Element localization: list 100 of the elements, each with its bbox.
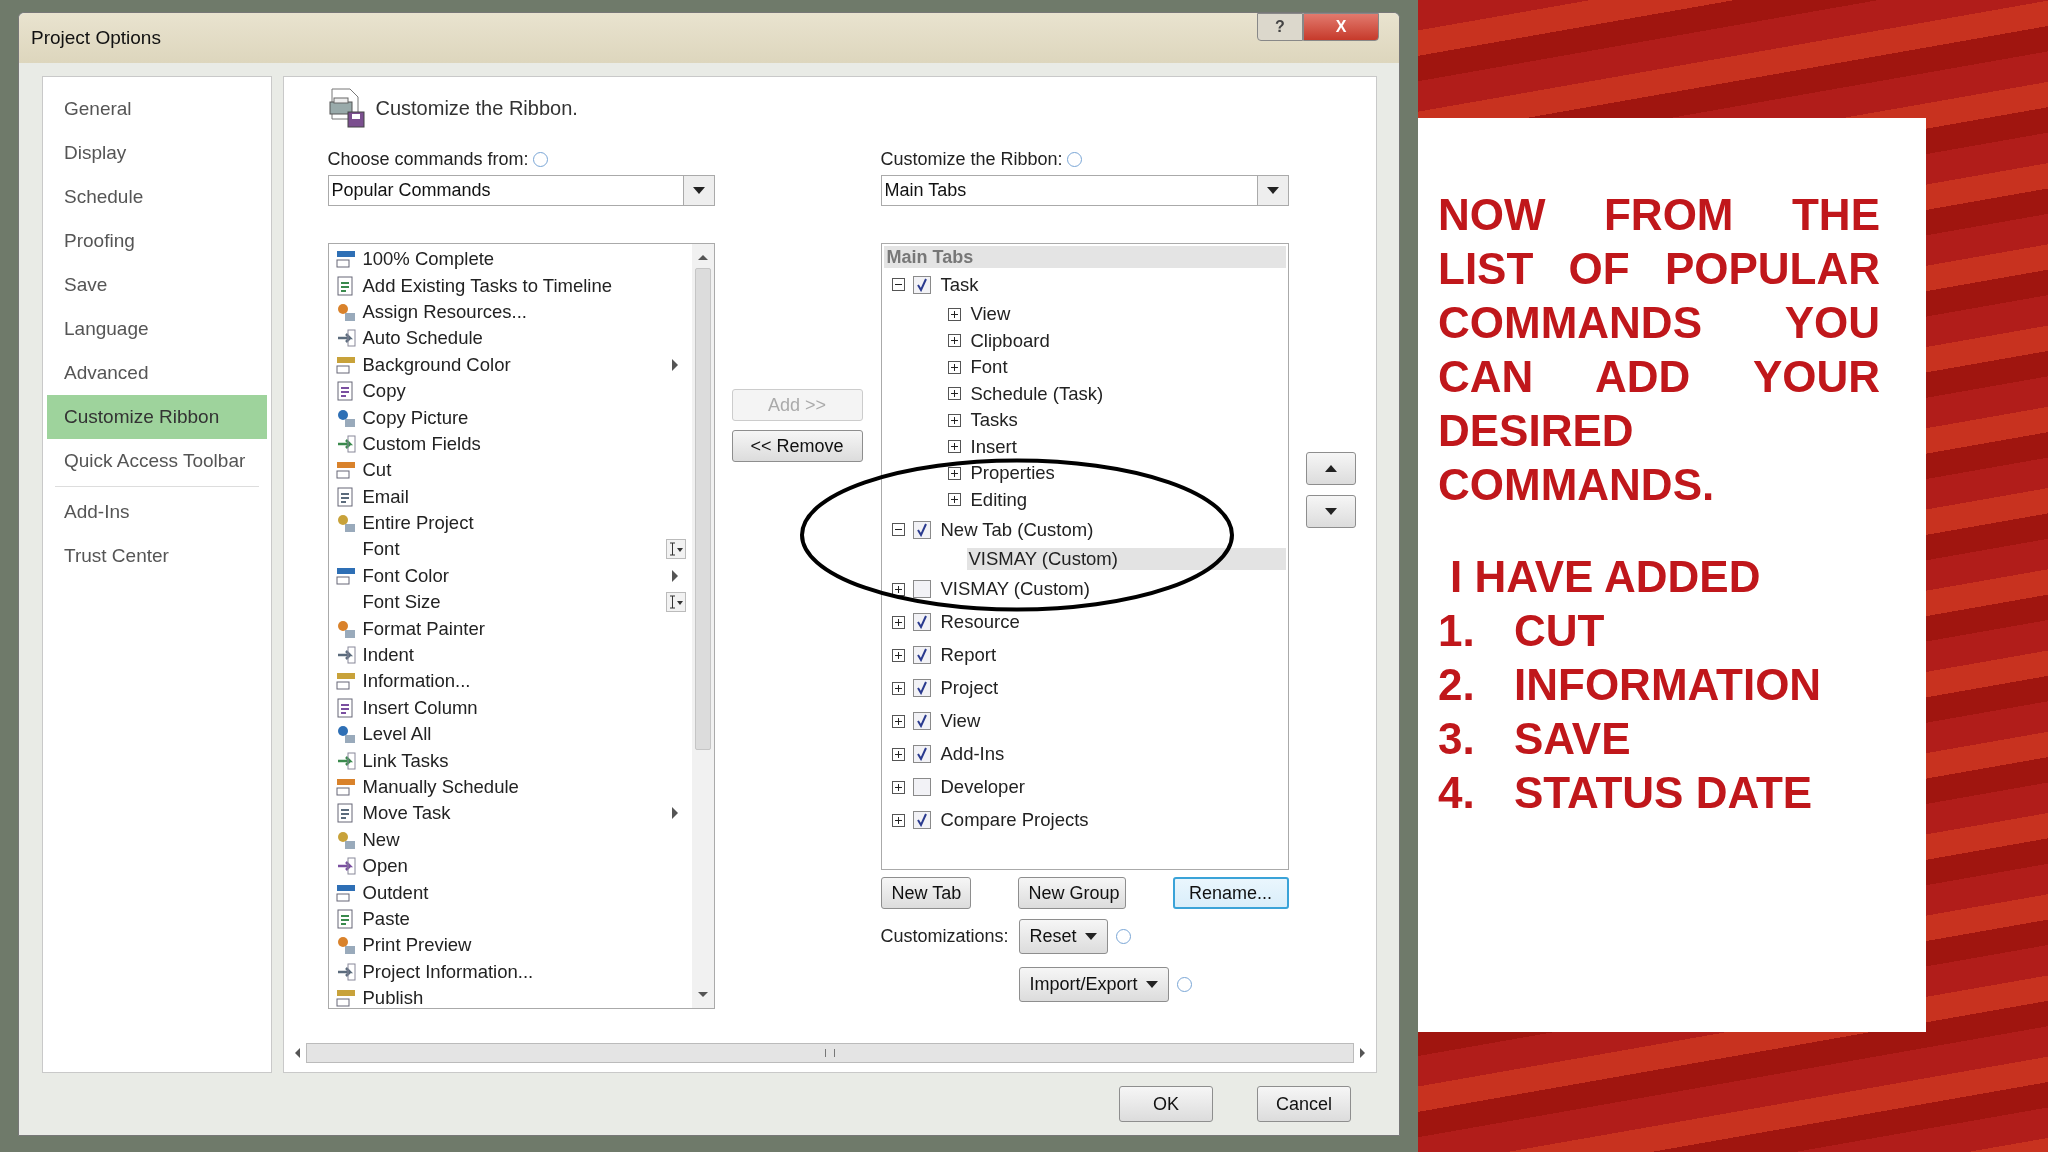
nav-item[interactable]: Schedule: [47, 175, 267, 219]
command-item[interactable]: Font Size: [328, 589, 692, 616]
command-item[interactable]: Custom Fields: [328, 430, 692, 458]
nav-item[interactable]: Display: [47, 131, 267, 175]
tree-item[interactable]: VISMAY (Custom): [966, 548, 1286, 571]
collapse-icon[interactable]: [891, 523, 905, 536]
command-item[interactable]: Level All: [328, 721, 692, 748]
command-item[interactable]: Indent: [328, 641, 692, 669]
expand-icon[interactable]: [891, 813, 905, 827]
checkbox[interactable]: [912, 712, 931, 730]
move-up-button[interactable]: [1305, 452, 1356, 485]
collapse-icon[interactable]: [891, 278, 905, 291]
tree-action-button[interactable]: New Group: [1017, 877, 1126, 909]
expand-icon[interactable]: [891, 582, 905, 596]
tree-item[interactable]: Font: [968, 356, 1010, 379]
tree-item[interactable]: Report: [938, 644, 999, 666]
command-item[interactable]: New: [328, 826, 692, 853]
expand-icon[interactable]: [947, 307, 961, 321]
tree-item[interactable]: Editing: [968, 488, 1030, 511]
checkbox[interactable]: [912, 679, 931, 697]
command-item[interactable]: Add Existing Tasks to Timeline: [328, 272, 692, 299]
checkbox[interactable]: [912, 520, 931, 539]
checkbox[interactable]: [912, 646, 931, 664]
expand-icon[interactable]: [947, 334, 961, 348]
tree-item[interactable]: View: [938, 710, 983, 732]
expand-icon[interactable]: [891, 714, 905, 728]
tree-action-button[interactable]: Rename...: [1172, 877, 1289, 909]
dropdown-button[interactable]: Reset: [1018, 919, 1108, 954]
tree-item[interactable]: Resource: [938, 611, 1022, 633]
command-item[interactable]: Copy Picture: [328, 404, 692, 431]
close-button[interactable]: X: [1303, 13, 1379, 41]
nav-item[interactable]: Advanced: [47, 351, 267, 395]
tree-item[interactable]: Schedule (Task): [968, 382, 1106, 405]
nav-item[interactable]: General: [47, 87, 267, 131]
command-item[interactable]: Project Information...: [328, 958, 692, 985]
tree-item[interactable]: Insert: [968, 435, 1019, 458]
expand-icon[interactable]: [891, 747, 905, 761]
command-item[interactable]: Outdent: [328, 879, 692, 906]
checkbox[interactable]: [912, 275, 931, 294]
command-item[interactable]: Font: [328, 536, 692, 563]
ok-button[interactable]: OK: [1119, 1086, 1213, 1122]
tree-item[interactable]: Add-Ins: [938, 743, 1007, 765]
checkbox[interactable]: [912, 745, 931, 763]
checkbox[interactable]: [912, 613, 931, 631]
command-item[interactable]: Information...: [328, 668, 692, 695]
tree-item[interactable]: New Tab (Custom): [938, 518, 1096, 541]
checkbox[interactable]: [912, 778, 931, 796]
checkbox[interactable]: [912, 580, 931, 598]
command-item[interactable]: Paste: [328, 905, 692, 933]
scrollbar[interactable]: [691, 244, 714, 1008]
expand-icon[interactable]: [947, 440, 961, 454]
command-item[interactable]: Manually Schedule: [328, 773, 692, 801]
remove-button[interactable]: << Remove: [731, 430, 863, 462]
command-item[interactable]: Format Painter: [328, 615, 692, 642]
command-item[interactable]: Print Preview: [328, 932, 692, 959]
ribbon-dropdown[interactable]: Main Tabs: [880, 175, 1289, 206]
expand-icon[interactable]: [947, 413, 961, 427]
command-item[interactable]: Insert Column: [328, 694, 692, 722]
nav-item[interactable]: Save: [47, 263, 267, 307]
command-item[interactable]: Font Color: [328, 562, 692, 590]
command-item[interactable]: Assign Resources...: [328, 298, 692, 326]
tree-item[interactable]: View: [968, 303, 1013, 326]
tree-item[interactable]: Properties: [968, 462, 1057, 485]
expand-icon[interactable]: [947, 493, 961, 507]
nav-item[interactable]: Trust Center: [47, 534, 267, 578]
expand-icon[interactable]: [947, 387, 961, 401]
command-item[interactable]: Cut: [328, 457, 692, 484]
nav-item[interactable]: Customize Ribbon: [47, 395, 267, 439]
cancel-button[interactable]: Cancel: [1257, 1086, 1351, 1122]
commands-dropdown[interactable]: Popular Commands: [327, 175, 715, 206]
command-item[interactable]: 100% Complete: [328, 246, 692, 273]
nav-item[interactable]: Proofing: [47, 219, 267, 263]
checkbox[interactable]: [912, 811, 931, 829]
tree-action-button[interactable]: New Tab: [880, 877, 971, 909]
nav-item[interactable]: Add-Ins: [47, 490, 267, 534]
tree-item[interactable]: Developer: [938, 776, 1027, 798]
command-item[interactable]: Move Task: [328, 800, 692, 827]
tree-item[interactable]: VISMAY (Custom): [938, 578, 1092, 600]
command-item[interactable]: Email: [328, 483, 692, 510]
dropdown-button[interactable]: Import/Export: [1018, 967, 1169, 1002]
command-item[interactable]: Background Color: [328, 351, 692, 378]
expand-icon[interactable]: [891, 648, 905, 662]
tree-item[interactable]: Clipboard: [968, 329, 1052, 352]
expand-icon[interactable]: [947, 466, 961, 480]
tree-item[interactable]: Compare Projects: [938, 809, 1091, 831]
expand-icon[interactable]: [891, 780, 905, 794]
command-item[interactable]: Copy: [328, 377, 692, 405]
command-item[interactable]: Entire Project: [328, 509, 692, 537]
expand-icon[interactable]: [947, 360, 961, 374]
command-item[interactable]: Open: [328, 853, 692, 880]
tree-item[interactable]: Project: [938, 677, 1001, 699]
command-item[interactable]: Link Tasks: [328, 747, 692, 774]
expand-icon[interactable]: [891, 615, 905, 629]
command-item[interactable]: Publish: [328, 984, 692, 1008]
expand-icon[interactable]: [891, 681, 905, 695]
tree-item[interactable]: Task: [938, 273, 981, 296]
move-down-button[interactable]: [1305, 495, 1356, 528]
command-item[interactable]: Auto Schedule: [328, 325, 692, 352]
nav-item[interactable]: Quick Access Toolbar: [47, 439, 267, 483]
nav-item[interactable]: Language: [47, 307, 267, 351]
